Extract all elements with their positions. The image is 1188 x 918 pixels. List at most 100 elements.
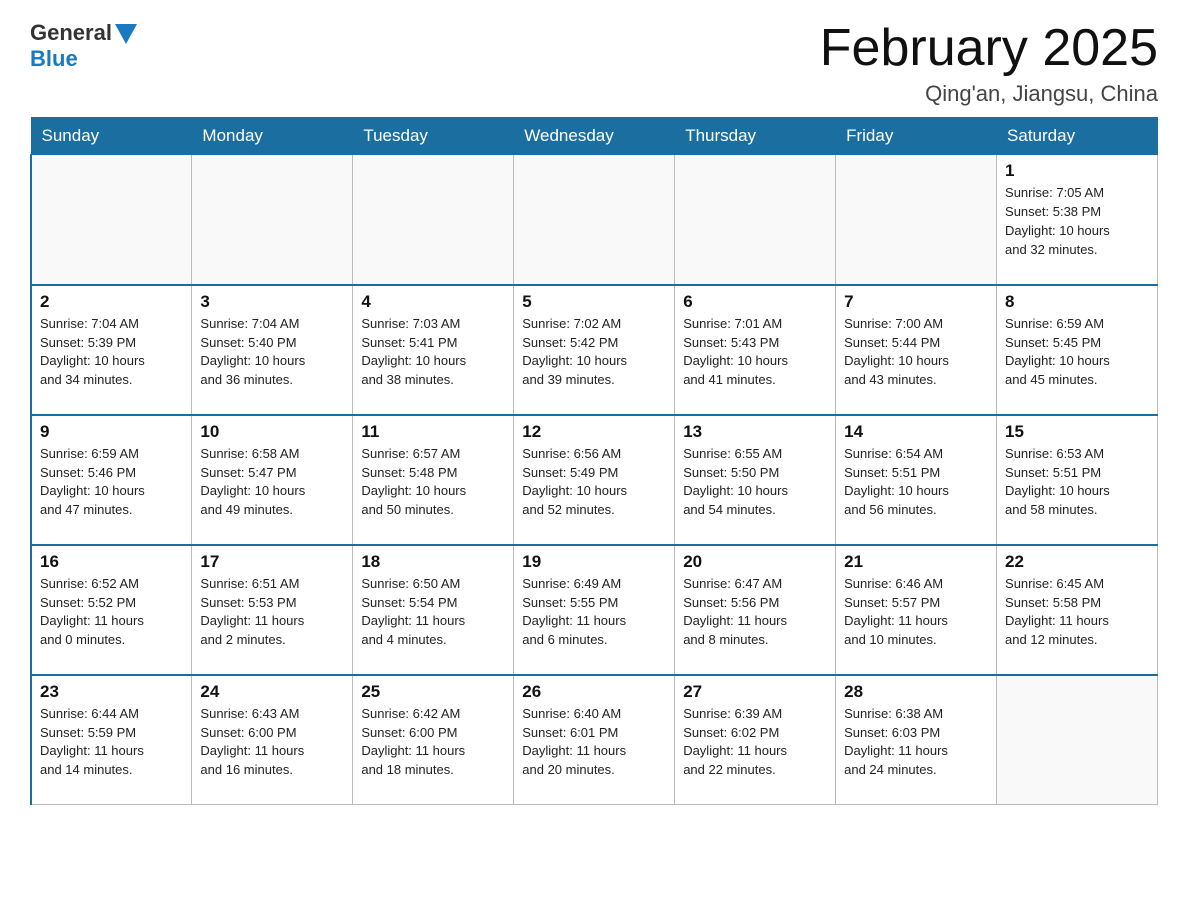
table-row: 21 Sunrise: 6:46 AMSunset: 5:57 PMDayligh… — [836, 545, 997, 675]
day-info: Sunrise: 7:02 AMSunset: 5:42 PMDaylight:… — [522, 315, 666, 390]
day-info: Sunrise: 6:43 AMSunset: 6:00 PMDaylight:… — [200, 705, 344, 780]
calendar-table: Sunday Monday Tuesday Wednesday Thursday… — [30, 117, 1158, 805]
day-info: Sunrise: 6:39 AMSunset: 6:02 PMDaylight:… — [683, 705, 827, 780]
table-row: 9 Sunrise: 6:59 AMSunset: 5:46 PMDaylight… — [31, 415, 192, 545]
location-text: Qing'an, Jiangsu, China — [820, 81, 1158, 107]
table-row — [675, 155, 836, 285]
day-info: Sunrise: 6:50 AMSunset: 5:54 PMDaylight:… — [361, 575, 505, 650]
day-info: Sunrise: 6:56 AMSunset: 5:49 PMDaylight:… — [522, 445, 666, 520]
calendar-week-row: 2 Sunrise: 7:04 AMSunset: 5:39 PMDaylight… — [31, 285, 1158, 415]
table-row: 18 Sunrise: 6:50 AMSunset: 5:54 PMDayligh… — [353, 545, 514, 675]
table-row: 5 Sunrise: 7:02 AMSunset: 5:42 PMDaylight… — [514, 285, 675, 415]
header-sunday: Sunday — [31, 118, 192, 155]
day-info: Sunrise: 6:40 AMSunset: 6:01 PMDaylight:… — [522, 705, 666, 780]
day-number: 1 — [1005, 161, 1149, 181]
day-number: 7 — [844, 292, 988, 312]
table-row — [31, 155, 192, 285]
day-number: 18 — [361, 552, 505, 572]
day-number: 13 — [683, 422, 827, 442]
day-number: 27 — [683, 682, 827, 702]
day-info: Sunrise: 6:59 AMSunset: 5:46 PMDaylight:… — [40, 445, 183, 520]
table-row — [192, 155, 353, 285]
table-row: 10Sunrise: 6:58 AMSunset: 5:47 PMDayligh… — [192, 415, 353, 545]
table-row: 15 Sunrise: 6:53 AMSunset: 5:51 PMDayligh… — [997, 415, 1158, 545]
day-info: Sunrise: 7:04 AMSunset: 5:40 PMDaylight:… — [200, 315, 344, 390]
day-info: Sunrise: 6:38 AMSunset: 6:03 PMDaylight:… — [844, 705, 988, 780]
day-number: 5 — [522, 292, 666, 312]
table-row: 2 Sunrise: 7:04 AMSunset: 5:39 PMDaylight… — [31, 285, 192, 415]
day-info: Sunrise: 7:01 AMSunset: 5:43 PMDaylight:… — [683, 315, 827, 390]
logo: General Blue — [30, 20, 137, 72]
table-row: 25 Sunrise: 6:42 AMSunset: 6:00 PMDayligh… — [353, 675, 514, 805]
day-number: 21 — [844, 552, 988, 572]
day-info: Sunrise: 6:53 AMSunset: 5:51 PMDaylight:… — [1005, 445, 1149, 520]
table-row: 28 Sunrise: 6:38 AMSunset: 6:03 PMDayligh… — [836, 675, 997, 805]
table-row: 8Sunrise: 6:59 AMSunset: 5:45 PMDaylight… — [997, 285, 1158, 415]
table-row: 4 Sunrise: 7:03 AMSunset: 5:41 PMDaylight… — [353, 285, 514, 415]
day-info: Sunrise: 7:00 AMSunset: 5:44 PMDaylight:… — [844, 315, 988, 390]
day-number: 28 — [844, 682, 988, 702]
day-info: Sunrise: 6:51 AMSunset: 5:53 PMDaylight:… — [200, 575, 344, 650]
page-header: General Blue February 2025 Qing'an, Jian… — [30, 20, 1158, 107]
day-info: Sunrise: 6:57 AMSunset: 5:48 PMDaylight:… — [361, 445, 505, 520]
logo-arrow-icon — [115, 24, 137, 44]
day-number: 24 — [200, 682, 344, 702]
table-row: 12 Sunrise: 6:56 AMSunset: 5:49 PMDayligh… — [514, 415, 675, 545]
table-row: 20 Sunrise: 6:47 AMSunset: 5:56 PMDayligh… — [675, 545, 836, 675]
header-friday: Friday — [836, 118, 997, 155]
table-row: 27 Sunrise: 6:39 AMSunset: 6:02 PMDayligh… — [675, 675, 836, 805]
day-info: Sunrise: 6:47 AMSunset: 5:56 PMDaylight:… — [683, 575, 827, 650]
table-row: 11 Sunrise: 6:57 AMSunset: 5:48 PMDayligh… — [353, 415, 514, 545]
table-row — [353, 155, 514, 285]
day-number: 26 — [522, 682, 666, 702]
day-info: Sunrise: 6:46 AMSunset: 5:57 PMDaylight:… — [844, 575, 988, 650]
table-row — [836, 155, 997, 285]
header-tuesday: Tuesday — [353, 118, 514, 155]
table-row: 13Sunrise: 6:55 AMSunset: 5:50 PMDayligh… — [675, 415, 836, 545]
day-number: 17 — [200, 552, 344, 572]
day-number: 11 — [361, 422, 505, 442]
table-row: 3Sunrise: 7:04 AMSunset: 5:40 PMDaylight… — [192, 285, 353, 415]
table-row: 22Sunrise: 6:45 AMSunset: 5:58 PMDayligh… — [997, 545, 1158, 675]
day-number: 9 — [40, 422, 183, 442]
day-info: Sunrise: 6:49 AMSunset: 5:55 PMDaylight:… — [522, 575, 666, 650]
day-info: Sunrise: 6:44 AMSunset: 5:59 PMDaylight:… — [40, 705, 183, 780]
day-number: 8 — [1005, 292, 1149, 312]
weekday-header-row: Sunday Monday Tuesday Wednesday Thursday… — [31, 118, 1158, 155]
title-block: February 2025 Qing'an, Jiangsu, China — [820, 20, 1158, 107]
table-row: 24 Sunrise: 6:43 AMSunset: 6:00 PMDayligh… — [192, 675, 353, 805]
calendar-week-row: 16 Sunrise: 6:52 AMSunset: 5:52 PMDayligh… — [31, 545, 1158, 675]
header-thursday: Thursday — [675, 118, 836, 155]
day-info: Sunrise: 6:45 AMSunset: 5:58 PMDaylight:… — [1005, 575, 1149, 650]
table-row: 19 Sunrise: 6:49 AMSunset: 5:55 PMDayligh… — [514, 545, 675, 675]
table-row: 17 Sunrise: 6:51 AMSunset: 5:53 PMDayligh… — [192, 545, 353, 675]
logo-blue-text: Blue — [30, 46, 78, 72]
month-title: February 2025 — [820, 20, 1158, 77]
day-number: 12 — [522, 422, 666, 442]
logo-general-text: General — [30, 20, 112, 46]
day-number: 6 — [683, 292, 827, 312]
table-row: 7 Sunrise: 7:00 AMSunset: 5:44 PMDaylight… — [836, 285, 997, 415]
day-number: 15 — [1005, 422, 1149, 442]
day-number: 2 — [40, 292, 183, 312]
header-monday: Monday — [192, 118, 353, 155]
table-row: 16 Sunrise: 6:52 AMSunset: 5:52 PMDayligh… — [31, 545, 192, 675]
table-row: 6 Sunrise: 7:01 AMSunset: 5:43 PMDaylight… — [675, 285, 836, 415]
header-wednesday: Wednesday — [514, 118, 675, 155]
day-number: 19 — [522, 552, 666, 572]
day-info: Sunrise: 6:42 AMSunset: 6:00 PMDaylight:… — [361, 705, 505, 780]
day-number: 16 — [40, 552, 183, 572]
day-number: 25 — [361, 682, 505, 702]
day-number: 4 — [361, 292, 505, 312]
day-info: Sunrise: 7:04 AMSunset: 5:39 PMDaylight:… — [40, 315, 183, 390]
day-info: Sunrise: 7:03 AMSunset: 5:41 PMDaylight:… — [361, 315, 505, 390]
day-number: 23 — [40, 682, 183, 702]
table-row: 23 Sunrise: 6:44 AMSunset: 5:59 PMDayligh… — [31, 675, 192, 805]
day-info: Sunrise: 6:54 AMSunset: 5:51 PMDaylight:… — [844, 445, 988, 520]
header-saturday: Saturday — [997, 118, 1158, 155]
day-info: Sunrise: 6:52 AMSunset: 5:52 PMDaylight:… — [40, 575, 183, 650]
day-number: 20 — [683, 552, 827, 572]
table-row — [997, 675, 1158, 805]
calendar-week-row: 1Sunrise: 7:05 AMSunset: 5:38 PMDaylight… — [31, 155, 1158, 285]
day-info: Sunrise: 6:58 AMSunset: 5:47 PMDaylight:… — [200, 445, 344, 520]
